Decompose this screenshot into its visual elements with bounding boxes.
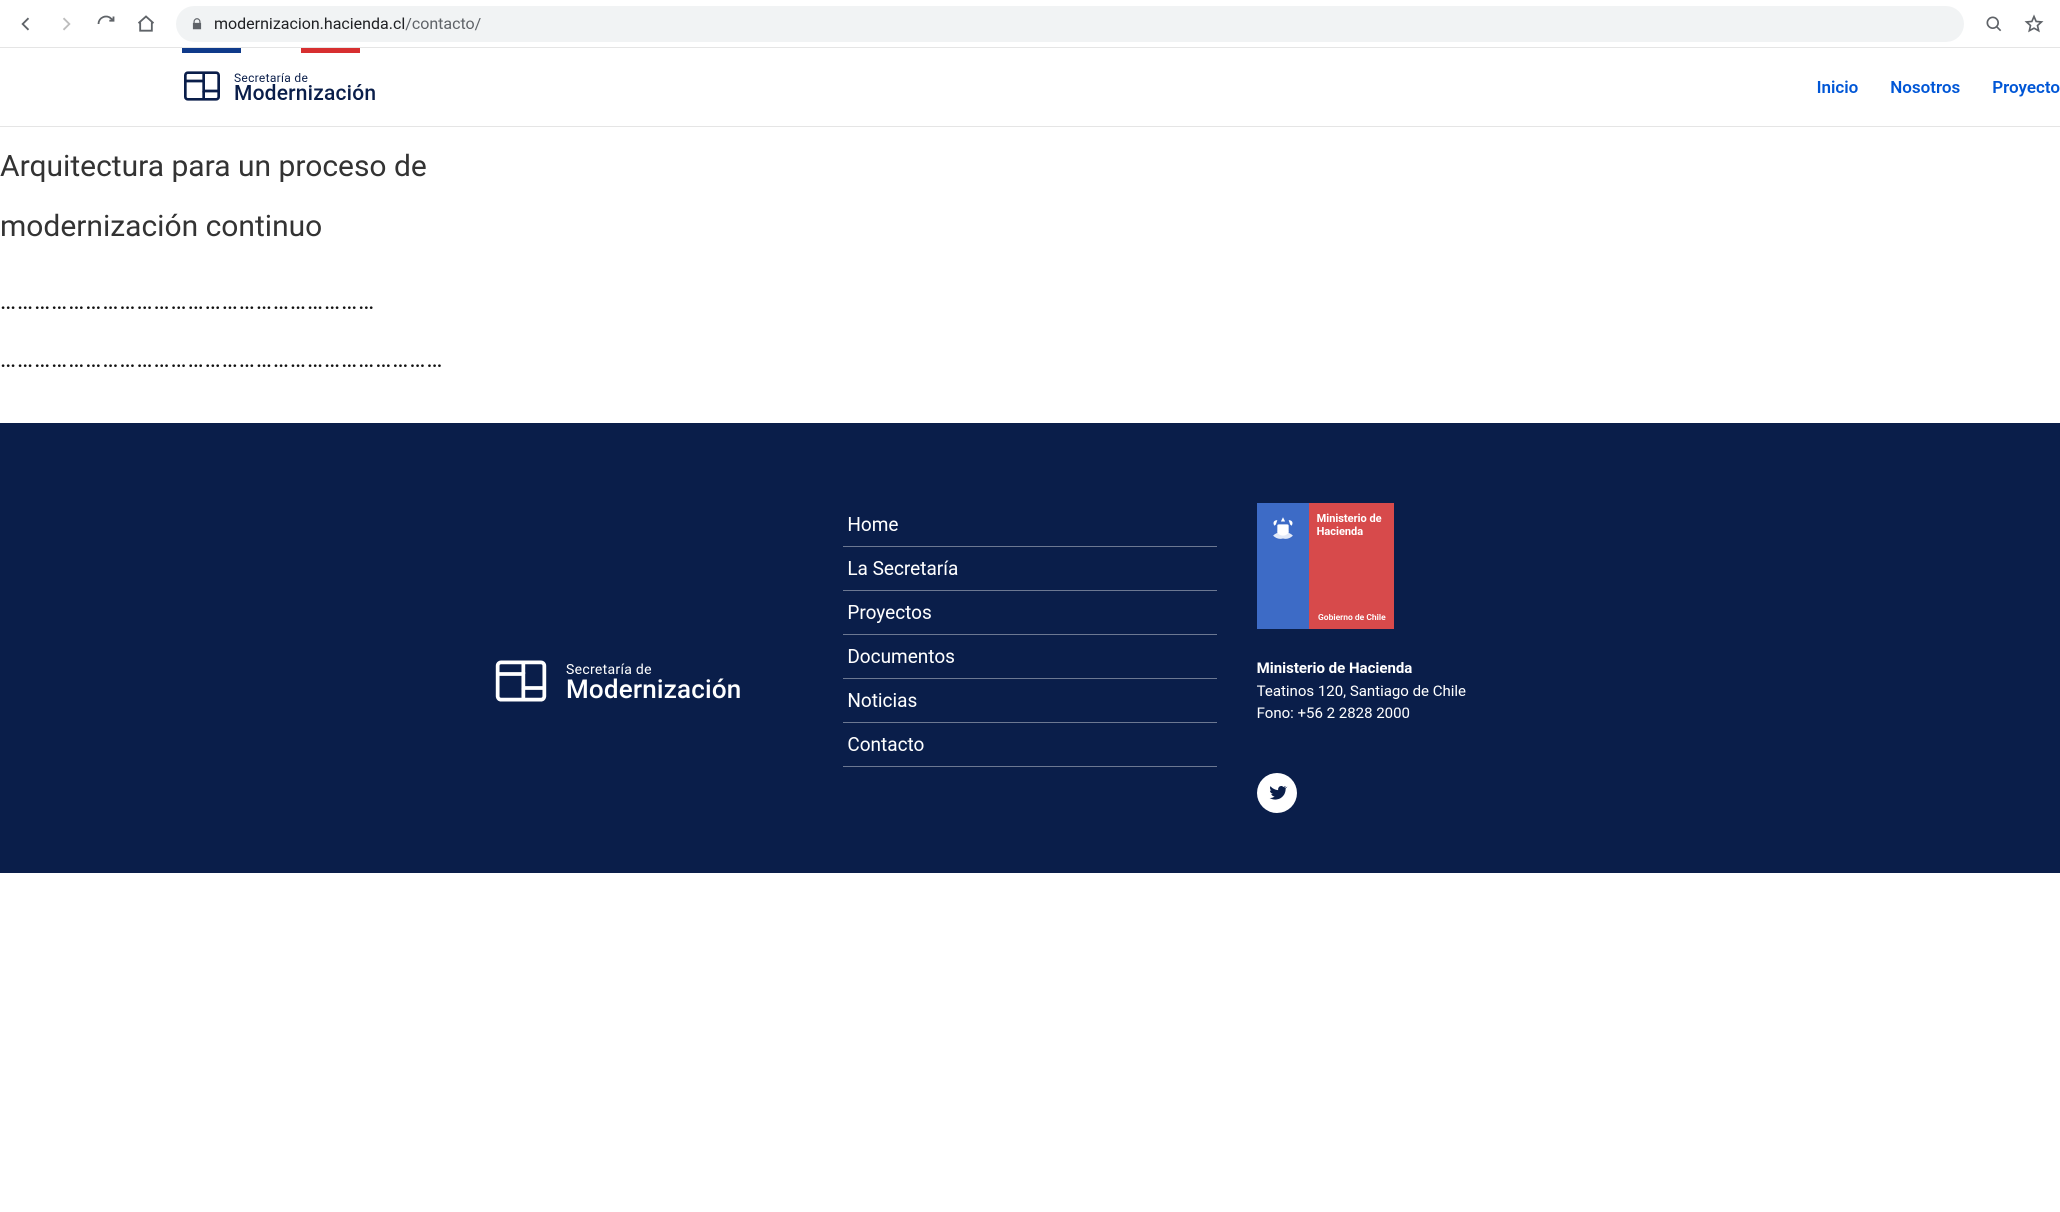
url-text: modernizacion.hacienda.cl/contacto/ — [214, 14, 481, 33]
contact-phone: Fono: +56 2 2828 2000 — [1257, 704, 1410, 722]
page-heading-line2: modernización continuo — [0, 197, 2060, 257]
twitter-button[interactable] — [1257, 773, 1297, 813]
home-button[interactable] — [128, 6, 164, 42]
logo-text: Secretaría de Modernización — [234, 72, 376, 105]
nav-nosotros[interactable]: Nosotros — [1890, 78, 1960, 98]
flag-stripe — [182, 48, 360, 53]
main-nav: Inicio Nosotros Proyecto — [1817, 78, 2060, 98]
site-header: Secretaría de Modernización Inicio Nosot… — [0, 48, 2060, 127]
site-footer: Secretaría de Modernización Home La Secr… — [0, 423, 2060, 873]
zoom-icon[interactable] — [1976, 6, 2012, 42]
footer-link-proyectos[interactable]: Proyectos — [843, 591, 1216, 635]
lock-icon — [190, 17, 204, 31]
reload-button[interactable] — [88, 6, 124, 42]
footer-logo: Secretaría de Modernización — [430, 503, 803, 813]
footer-link-noticias[interactable]: Noticias — [843, 679, 1216, 723]
separator-dots-1: ………………………………………………………… — [0, 287, 2060, 315]
logo-icon — [182, 66, 222, 110]
footer-logo-icon — [490, 653, 552, 713]
bookmark-star-icon[interactable] — [2016, 6, 2052, 42]
gobierno-chile-logo: Ministerio de Hacienda Gobierno de Chile — [1257, 503, 1394, 629]
coat-of-arms-icon — [1266, 513, 1300, 547]
contact-title: Ministerio de Hacienda — [1257, 659, 1413, 677]
browser-toolbar: modernizacion.hacienda.cl/contacto/ — [0, 0, 2060, 48]
address-bar[interactable]: modernizacion.hacienda.cl/contacto/ — [176, 6, 1964, 42]
twitter-icon — [1266, 782, 1288, 804]
footer-link-contacto[interactable]: Contacto — [843, 723, 1216, 767]
gob-logo-subtitle: Gobierno de Chile — [1317, 613, 1386, 623]
footer-link-secretaria[interactable]: La Secretaría — [843, 547, 1216, 591]
footer-links: Home La Secretaría Proyectos Documentos … — [843, 503, 1216, 813]
footer-contact: Ministerio de Hacienda Teatinos 120, San… — [1257, 657, 1630, 725]
footer-link-documentos[interactable]: Documentos — [843, 635, 1216, 679]
gob-logo-title: Ministerio de Hacienda — [1317, 513, 1386, 538]
page-content: Arquitectura para un proceso de moderniz… — [0, 127, 2060, 423]
footer-link-home[interactable]: Home — [843, 503, 1216, 547]
page-heading-line1: Arquitectura para un proceso de — [0, 137, 2060, 197]
nav-proyectos[interactable]: Proyecto — [1992, 78, 2060, 98]
forward-button[interactable] — [48, 6, 84, 42]
logo[interactable]: Secretaría de Modernización — [182, 66, 376, 110]
separator-dots-2: …………………………………………………………………… — [0, 345, 2060, 373]
contact-address: Teatinos 120, Santiago de Chile — [1257, 682, 1466, 700]
back-button[interactable] — [8, 6, 44, 42]
footer-logo-text: Secretaría de Modernización — [566, 663, 741, 703]
footer-right-col: Ministerio de Hacienda Gobierno de Chile… — [1257, 503, 1630, 813]
nav-inicio[interactable]: Inicio — [1817, 78, 1859, 98]
